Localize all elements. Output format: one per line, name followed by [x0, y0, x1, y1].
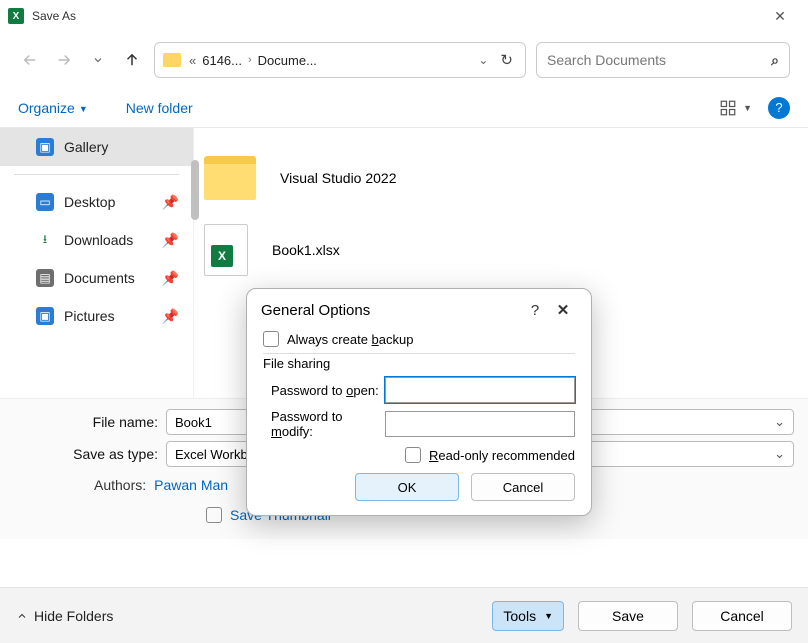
- sidebar-item-downloads[interactable]: ⭳ Downloads 📌: [0, 221, 193, 259]
- dialog-help-button[interactable]: ?: [521, 302, 549, 319]
- authors-label: Authors:: [94, 477, 146, 493]
- window-title: Save As: [32, 9, 760, 23]
- chevron-right-icon: ›: [248, 54, 252, 66]
- dialog-title: General Options: [261, 302, 521, 319]
- always-backup-checkbox[interactable]: Always create backup: [263, 331, 575, 347]
- cancel-button[interactable]: Cancel: [692, 601, 792, 631]
- sidebar-item-label: Pictures: [64, 308, 115, 324]
- dropdown-icon[interactable]: ⌄: [774, 446, 785, 462]
- filename-label: File name:: [14, 414, 166, 430]
- search-input[interactable]: Search Documents ⌕: [536, 42, 790, 78]
- breadcrumb-overflow[interactable]: «: [189, 53, 196, 68]
- file-name: Book1.xlsx: [272, 242, 340, 258]
- pin-icon: 📌: [162, 308, 179, 325]
- excel-icon: X: [8, 8, 24, 24]
- sidebar-item-desktop[interactable]: ▭ Desktop 📌: [0, 183, 193, 221]
- gallery-icon: ▣: [36, 138, 54, 156]
- save-button[interactable]: Save: [578, 601, 678, 631]
- breadcrumb-dropdown[interactable]: ⌄: [478, 53, 488, 67]
- documents-icon: ▤: [36, 269, 54, 287]
- folder-icon: [163, 53, 181, 67]
- close-button[interactable]: ✕: [760, 8, 800, 25]
- checkbox-icon: [263, 331, 279, 347]
- readonly-recommended-checkbox[interactable]: Read-only recommended: [263, 447, 575, 463]
- downloads-icon: ⭳: [36, 231, 54, 249]
- sidebar-scrollbar[interactable]: [191, 160, 199, 220]
- dialog-close-button[interactable]: ✕: [549, 301, 577, 319]
- savetype-label: Save as type:: [14, 446, 166, 462]
- sidebar-item-pictures[interactable]: ▣ Pictures 📌: [0, 297, 193, 335]
- sidebar-item-label: Gallery: [64, 139, 108, 155]
- pictures-icon: ▣: [36, 307, 54, 325]
- new-folder-button[interactable]: New folder: [126, 100, 193, 116]
- search-icon: ⌕: [771, 52, 779, 69]
- file-name: Visual Studio 2022: [280, 170, 397, 186]
- authors-value[interactable]: Pawan Man: [154, 477, 228, 493]
- password-open-input[interactable]: [385, 377, 575, 403]
- password-modify-input[interactable]: [385, 411, 575, 437]
- search-placeholder: Search Documents: [547, 52, 771, 68]
- pin-icon: 📌: [162, 194, 179, 211]
- refresh-button[interactable]: ↻: [500, 51, 513, 69]
- nav-back[interactable]: [18, 48, 42, 72]
- breadcrumb-seg2[interactable]: Docume...: [256, 53, 319, 68]
- breadcrumb[interactable]: « 6146... › Docume... ⌄ ↻: [154, 42, 526, 78]
- sidebar: ▣ Gallery ▭ Desktop 📌 ⭳ Downloads 📌 ▤ Do…: [0, 128, 194, 398]
- nav-up[interactable]: [120, 48, 144, 72]
- organize-menu[interactable]: Organize▼: [18, 100, 88, 116]
- folder-icon: [204, 156, 256, 200]
- checkbox-icon: [405, 447, 421, 463]
- pin-icon: 📌: [162, 270, 179, 287]
- sidebar-item-label: Documents: [64, 270, 135, 286]
- hide-folders-button[interactable]: Hide Folders: [16, 608, 113, 624]
- dialog-cancel-button[interactable]: Cancel: [471, 473, 575, 501]
- pin-icon: 📌: [162, 232, 179, 249]
- tools-menu[interactable]: Tools▼: [492, 601, 564, 631]
- general-options-dialog: General Options ? ✕ Always create backup…: [246, 288, 592, 516]
- checkbox-icon: [206, 507, 222, 523]
- nav-forward[interactable]: [52, 48, 76, 72]
- desktop-icon: ▭: [36, 193, 54, 211]
- view-options[interactable]: ▼: [719, 99, 752, 117]
- list-item[interactable]: Visual Studio 2022: [204, 142, 798, 214]
- breadcrumb-seg1[interactable]: 6146...: [200, 53, 244, 68]
- dialog-ok-button[interactable]: OK: [355, 473, 459, 501]
- password-modify-label: Password to modify:: [263, 409, 385, 439]
- help-button[interactable]: ?: [768, 97, 790, 119]
- file-sharing-label: File sharing: [263, 356, 575, 371]
- sidebar-item-label: Desktop: [64, 194, 115, 210]
- nav-recent[interactable]: [86, 48, 110, 72]
- password-open-label: Password to open:: [263, 383, 385, 398]
- xlsx-icon: X: [204, 224, 248, 276]
- list-item[interactable]: X Book1.xlsx: [204, 214, 798, 286]
- sidebar-item-label: Downloads: [64, 232, 133, 248]
- sidebar-item-gallery[interactable]: ▣ Gallery: [0, 128, 193, 166]
- sidebar-item-documents[interactable]: ▤ Documents 📌: [0, 259, 193, 297]
- dropdown-icon[interactable]: ⌄: [774, 414, 785, 430]
